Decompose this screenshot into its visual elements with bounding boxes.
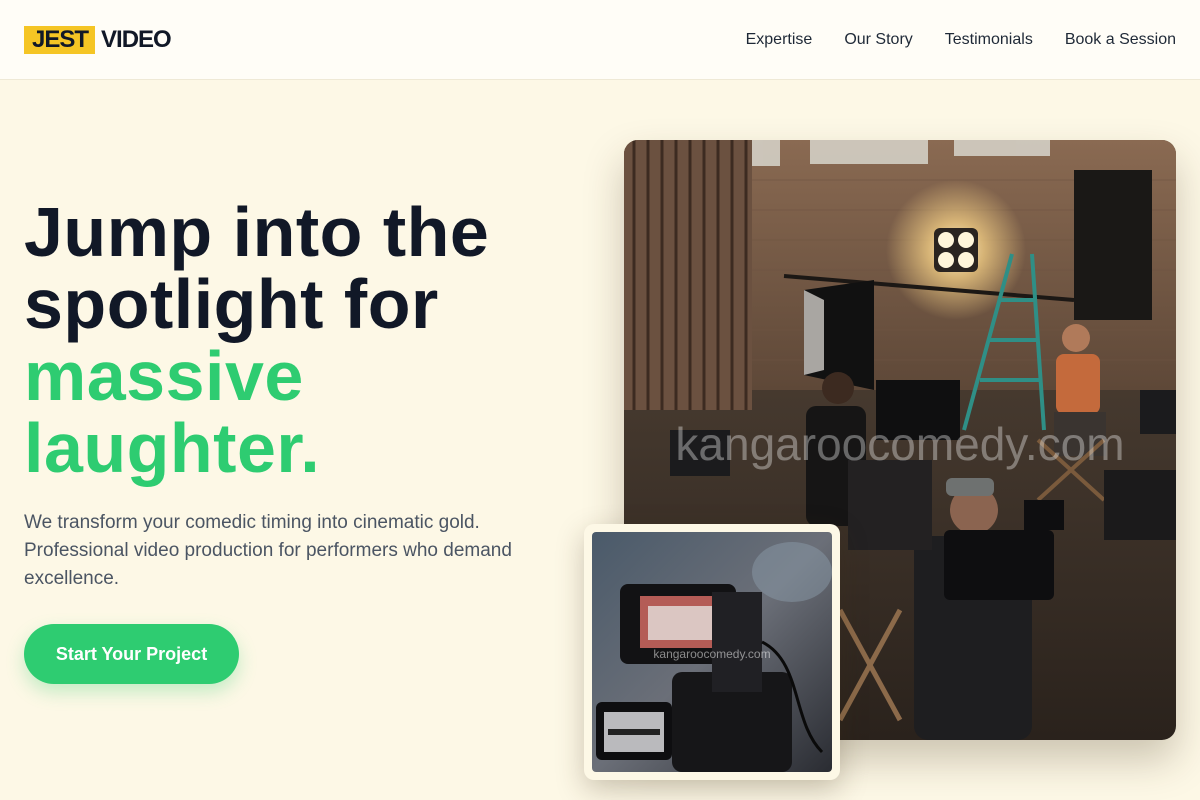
main-photo-watermark: kangaroocomedy.com [675,418,1124,470]
logo-highlight-text: JEST [24,25,96,54]
inset-photo-card: kangaroocomedy.com [584,524,840,780]
nav-link-book-session[interactable]: Book a Session [1065,31,1176,49]
logo-text: VIDEO [101,25,172,53]
main-nav: Expertise Our Story Testimonials Book a … [746,31,1176,49]
logo[interactable]: JEST VIDEO [24,25,172,54]
nav-link-our-story[interactable]: Our Story [844,31,912,49]
hero-title-accent-line-2: laughter. [24,409,321,487]
inset-photo-watermark: kangaroocomedy.com [653,647,770,661]
hero-title-accent-line-1: massive [24,337,304,415]
hero-subtitle: We transform your comedic timing into ci… [24,512,512,589]
nav-link-expertise[interactable]: Expertise [746,31,813,49]
start-project-button[interactable]: Start Your Project [24,624,239,684]
hero-title-line-1: Jump into the [24,193,490,271]
camera-rig-photo: kangaroocomedy.com [592,532,832,772]
nav-link-testimonials[interactable]: Testimonials [945,31,1033,49]
hero-title: Jump into the spotlight for massive laug… [24,196,584,484]
hero-title-line-2: spotlight for [24,265,439,343]
site-header: JEST VIDEO Expertise Our Story Testimoni… [0,0,1200,80]
